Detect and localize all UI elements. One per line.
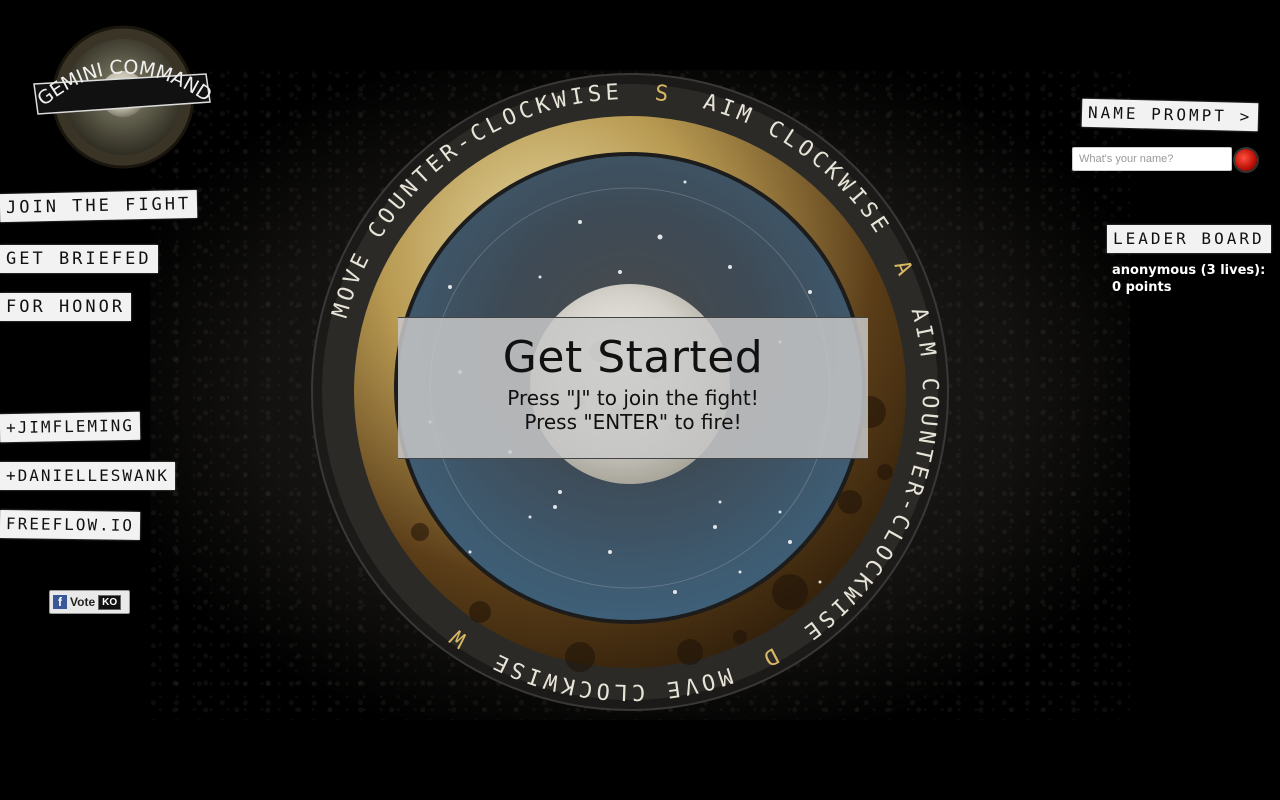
overlay-instruction-join: Press "J" to join the fight! bbox=[507, 386, 759, 410]
facebook-vote-button[interactable]: f Vote KO bbox=[49, 590, 130, 614]
get-started-overlay: Get Started Press "J" to join the fight!… bbox=[398, 317, 868, 459]
credit-danielleswank[interactable]: +DANIELLESWANK bbox=[0, 462, 175, 490]
nav-for-honor[interactable]: FOR HONOR bbox=[0, 293, 132, 321]
leader-board-entry: anonymous (3 lives): 0 points bbox=[1112, 262, 1280, 296]
nav-join-the-fight[interactable]: JOIN THE FIGHT bbox=[0, 189, 198, 223]
ko-badge: KO bbox=[98, 594, 122, 610]
leader-entry-name: anonymous (3 lives): bbox=[1112, 263, 1266, 278]
overlay-instruction-fire: Press "ENTER" to fire! bbox=[524, 410, 742, 434]
credit-jimfleming[interactable]: +JIMFLEMING bbox=[0, 411, 141, 443]
name-input[interactable] bbox=[1072, 147, 1232, 171]
leader-board-label: LEADER BOARD bbox=[1107, 225, 1271, 253]
gemini-command-logo[interactable]: GEMINI COMMAND bbox=[28, 22, 213, 172]
ring-key-s: S bbox=[654, 81, 674, 108]
vote-label: Vote bbox=[70, 595, 96, 609]
leader-entry-score: 0 points bbox=[1112, 280, 1172, 295]
nav-get-briefed[interactable]: GET BRIEFED bbox=[0, 245, 158, 273]
credit-freeflow[interactable]: FREEFLOW.IO bbox=[0, 510, 141, 540]
submit-name-button[interactable] bbox=[1235, 149, 1257, 171]
overlay-title: Get Started bbox=[502, 332, 764, 383]
facebook-icon: f bbox=[53, 595, 67, 609]
name-prompt-label: NAME PROMPT > bbox=[1081, 98, 1259, 132]
